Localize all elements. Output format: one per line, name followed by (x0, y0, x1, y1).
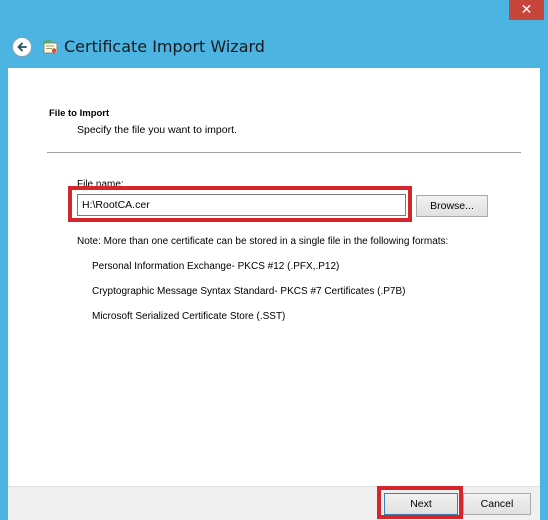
highlight-box-next (377, 486, 463, 519)
window-title: Certificate Import Wizard (64, 37, 265, 56)
certificate-wizard-icon (43, 39, 58, 54)
back-button[interactable] (12, 37, 32, 57)
section-title: File to Import (49, 108, 110, 119)
divider (47, 152, 521, 153)
window-titlebar (0, 0, 548, 68)
back-arrow-icon (17, 42, 27, 52)
format-item: Cryptographic Message Syntax Standard- P… (92, 286, 406, 297)
browse-button[interactable]: Browse... (416, 195, 488, 217)
highlight-box-file-input (68, 186, 412, 222)
formats-note: Note: More than one certificate can be s… (77, 236, 449, 247)
close-icon[interactable]: ✕ (509, 0, 544, 20)
section-description: Specify the file you want to import. (77, 124, 237, 136)
format-item: Microsoft Serialized Certificate Store (… (92, 311, 286, 322)
format-item: Personal Information Exchange- PKCS #12 … (92, 261, 340, 272)
cancel-button[interactable]: Cancel (463, 493, 531, 515)
